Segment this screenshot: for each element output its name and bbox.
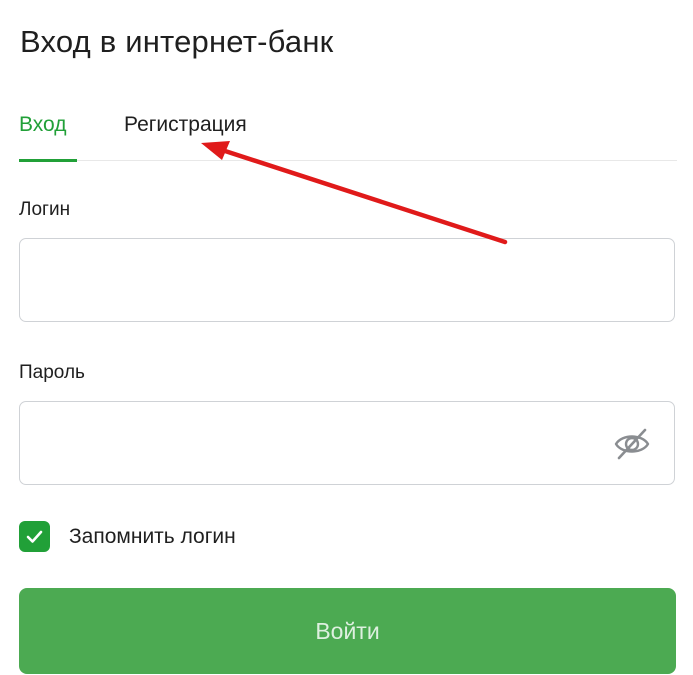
password-field-box	[19, 401, 675, 485]
checkmark-icon	[26, 530, 43, 543]
remember-login-checkbox[interactable]	[19, 521, 50, 552]
login-label: Логин	[19, 199, 71, 220]
remember-login-label: Запомнить логин	[69, 525, 236, 548]
tab-registration[interactable]: Регистрация	[124, 113, 247, 137]
page-title: Вход в интернет-банк	[20, 24, 334, 59]
login-field-box	[19, 238, 675, 322]
login-submit-button[interactable]: Войти	[19, 588, 676, 674]
password-input[interactable]	[20, 402, 674, 484]
red-arrow-icon	[201, 141, 508, 245]
eye-crossed-icon[interactable]	[612, 426, 652, 462]
tab-login[interactable]: Вход	[19, 113, 77, 162]
password-label: Пароль	[19, 362, 85, 383]
login-page: Вход в интернет-банк Вход Регистрация Ло…	[0, 0, 693, 675]
login-input[interactable]	[20, 239, 674, 321]
auth-tabs: Вход Регистрация	[19, 110, 677, 162]
